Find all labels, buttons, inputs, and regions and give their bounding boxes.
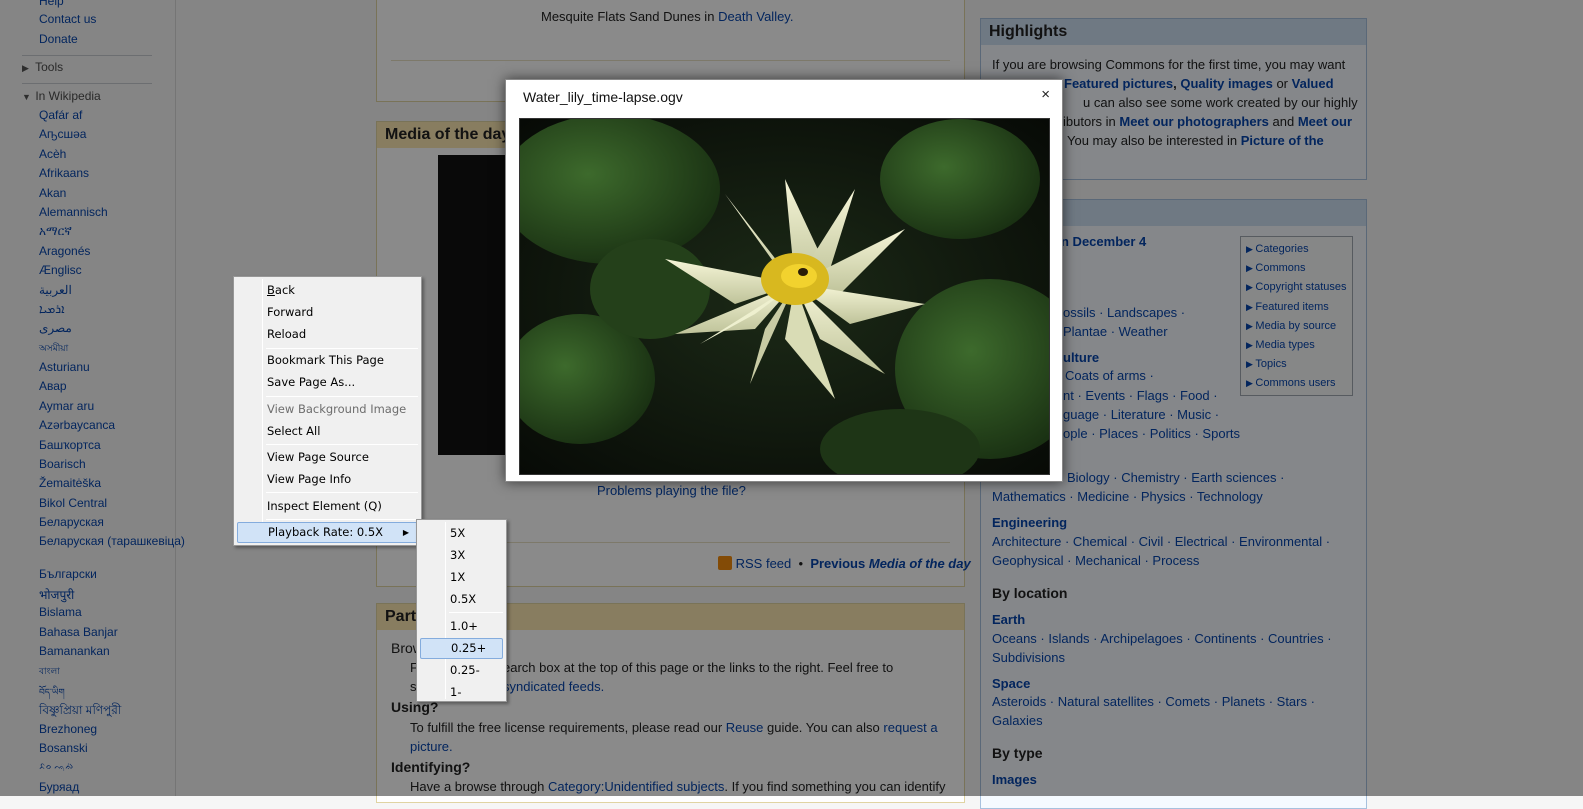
media-dialog: Water_lily_time-lapse.ogv × <box>505 79 1063 482</box>
menu-item-reload[interactable]: Reload <box>237 324 418 345</box>
context-menu: Back Forward Reload Bookmark This Page S… <box>233 276 422 546</box>
rate-option[interactable]: 1.0+ <box>420 616 503 637</box>
rate-option[interactable]: 0.5X <box>420 589 503 610</box>
rate-option[interactable]: 0.25+ <box>420 638 503 659</box>
rate-option[interactable]: 1X <box>420 567 503 588</box>
forward-label: Forward <box>267 305 314 319</box>
playback-rate-submenu: 5X 3X 1X 0.5X 1.0+ 0.25+ 0.25- 1- <box>416 519 507 702</box>
bookmark-label: Bookmark This Page <box>267 353 384 367</box>
video-player[interactable] <box>519 118 1050 475</box>
view-source-label: View Page Source <box>267 450 369 464</box>
menu-separator <box>266 444 418 445</box>
rate-option[interactable]: 3X <box>420 545 503 566</box>
reload-label: Reload <box>267 327 307 341</box>
menu-separator <box>266 348 418 349</box>
rate-option[interactable]: 0.25- <box>420 660 503 681</box>
rate-option[interactable]: 1- <box>420 682 503 703</box>
menu-item-view-background: View Background Image <box>237 399 418 420</box>
submenu-arrow-icon: ▶ <box>402 528 409 537</box>
menu-item-bookmark[interactable]: Bookmark This Page <box>237 350 418 371</box>
menu-separator <box>266 492 418 493</box>
menu-item-inspect[interactable]: Inspect Element (Q) <box>237 496 418 517</box>
menu-item-view-source[interactable]: View Page Source <box>237 447 418 468</box>
menu-item-back[interactable]: Back <box>237 280 418 301</box>
select-all-label: Select All <box>267 424 321 438</box>
view-info-label: View Page Info <box>267 472 352 486</box>
water-lily-video-frame <box>520 119 1049 474</box>
close-icon[interactable]: × <box>1041 86 1050 103</box>
dialog-title: Water_lily_time-lapse.ogv <box>523 89 683 105</box>
save-as-label: Save Page As... <box>267 375 356 389</box>
inspect-label: Inspect Element (Q) <box>267 499 382 513</box>
menu-separator <box>266 519 418 520</box>
rate-option[interactable]: 5X <box>420 523 503 544</box>
menu-separator <box>449 612 503 613</box>
back-label: ack <box>274 283 295 297</box>
menu-item-forward[interactable]: Forward <box>237 302 418 323</box>
menu-item-save-as[interactable]: Save Page As... <box>237 372 418 393</box>
menu-separator <box>266 396 418 397</box>
playback-label: Playback Rate: 0.5X <box>268 525 384 539</box>
menu-item-select-all[interactable]: Select All <box>237 421 418 442</box>
menu-item-view-info[interactable]: View Page Info <box>237 469 418 490</box>
menu-item-playback-rate[interactable]: Playback Rate: 0.5X ▶ <box>237 522 418 543</box>
view-bg-label: View Background Image <box>267 402 407 416</box>
